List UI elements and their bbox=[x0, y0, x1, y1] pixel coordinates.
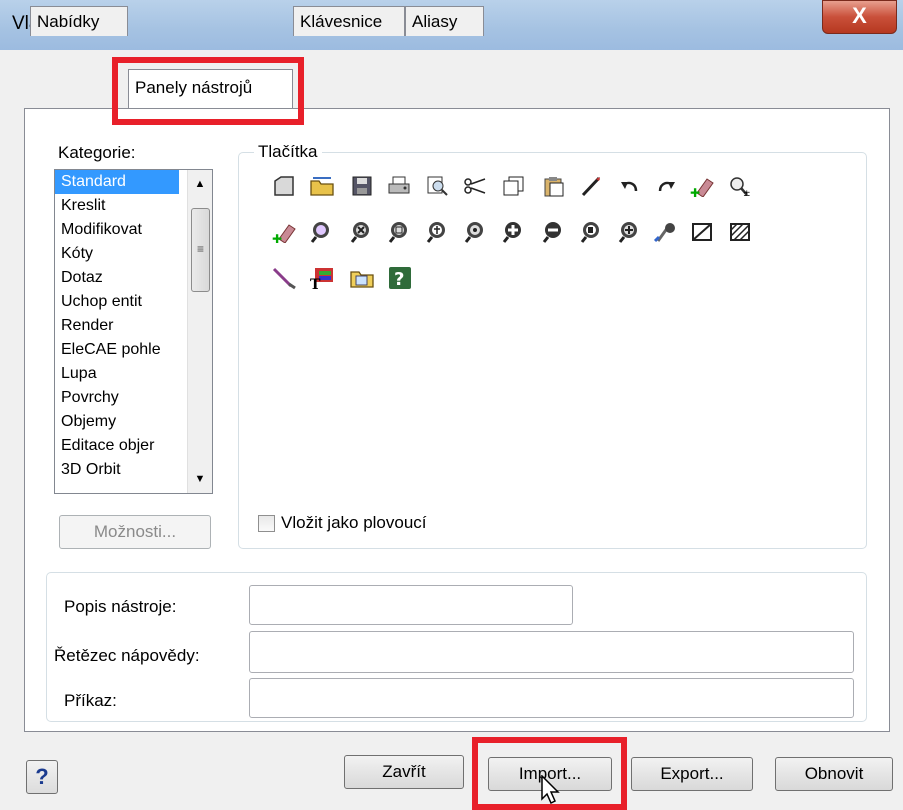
brush-icon[interactable] bbox=[270, 264, 298, 292]
svg-text:±: ± bbox=[743, 189, 751, 197]
command-input[interactable] bbox=[249, 678, 854, 718]
help-string-input[interactable] bbox=[249, 631, 854, 673]
floating-checkbox-label: Vložit jako plovoucí bbox=[281, 513, 427, 532]
svg-text:✚: ✚ bbox=[272, 232, 282, 243]
help-icon[interactable]: ? bbox=[386, 264, 414, 292]
categories-list[interactable]: Standard Kreslit Modifikovat Kóty Dotaz … bbox=[54, 169, 213, 494]
zoom-center-icon[interactable] bbox=[462, 218, 490, 246]
list-item[interactable]: Povrchy bbox=[55, 386, 183, 410]
zoom-dynamic-icon[interactable] bbox=[386, 218, 414, 246]
floating-checkbox[interactable] bbox=[258, 515, 275, 532]
list-item[interactable]: Objemy bbox=[55, 410, 183, 434]
options-button[interactable]: Možnosti... bbox=[59, 515, 211, 549]
scroll-thumb[interactable]: ≡ bbox=[191, 208, 210, 292]
svg-text:?: ? bbox=[394, 269, 404, 290]
export-button[interactable]: Export... bbox=[631, 757, 753, 791]
copy-icon[interactable] bbox=[500, 172, 528, 200]
list-item[interactable]: Editace objer bbox=[55, 434, 183, 458]
redo-icon[interactable] bbox=[652, 172, 680, 200]
categories-label: Kategorie: bbox=[58, 143, 136, 162]
zoom-in-icon[interactable] bbox=[500, 218, 528, 246]
tab-aliases[interactable]: Aliasy bbox=[405, 6, 484, 36]
open-folder-icon[interactable] bbox=[308, 172, 336, 200]
list-item[interactable]: Kreslit bbox=[55, 194, 183, 218]
redraw-icon[interactable] bbox=[652, 218, 680, 246]
zoom-scale-icon[interactable] bbox=[424, 218, 452, 246]
text-style-icon[interactable]: T bbox=[308, 264, 336, 292]
cut-icon[interactable] bbox=[462, 172, 490, 200]
match-properties-icon[interactable] bbox=[578, 172, 606, 200]
zoom-window-icon[interactable] bbox=[348, 218, 376, 246]
pan-icon[interactable]: ✚ bbox=[270, 218, 298, 246]
list-item[interactable]: Lupa bbox=[55, 362, 183, 386]
tab-toolbars[interactable]: Panely nástrojů bbox=[128, 69, 293, 108]
close-button[interactable]: Zavřít bbox=[344, 755, 464, 789]
buttons-group-label: Tlačítka bbox=[254, 142, 322, 162]
mouse-cursor-icon bbox=[541, 775, 560, 805]
tab-keyboard[interactable]: Klávesnice bbox=[293, 6, 405, 36]
new-icon[interactable] bbox=[270, 172, 298, 200]
list-item[interactable]: EleCAE pohle bbox=[55, 338, 183, 362]
categories-scrollbar[interactable]: ▲ ≡ ▼ bbox=[187, 170, 212, 493]
list-item[interactable]: Render bbox=[55, 314, 183, 338]
hatch-icon[interactable] bbox=[726, 218, 754, 246]
close-window-button[interactable]: X bbox=[822, 0, 897, 34]
list-item[interactable]: Standard bbox=[55, 170, 179, 194]
svg-text:T: T bbox=[310, 277, 321, 290]
scroll-up-icon[interactable]: ▲ bbox=[188, 172, 212, 196]
description-input[interactable] bbox=[249, 585, 573, 625]
print-icon[interactable] bbox=[386, 172, 414, 200]
svg-text:✚: ✚ bbox=[690, 186, 700, 197]
list-item[interactable]: Uchop entit bbox=[55, 290, 183, 314]
list-item[interactable]: 3D Orbit bbox=[55, 458, 183, 482]
command-label: Příkaz: bbox=[64, 691, 117, 710]
buttons-group bbox=[238, 152, 867, 549]
zoom-realtime-icon[interactable] bbox=[308, 218, 336, 246]
zoom-out-icon[interactable] bbox=[540, 218, 568, 246]
folder-open-icon[interactable] bbox=[348, 264, 376, 292]
save-icon[interactable] bbox=[348, 172, 376, 200]
reset-button[interactable]: Obnovit bbox=[775, 757, 893, 791]
paste-icon[interactable] bbox=[540, 172, 568, 200]
zoom-tag-icon[interactable]: ± bbox=[726, 172, 754, 200]
help-string-label: Řetězec nápovědy: bbox=[54, 646, 200, 665]
zoom-all-icon[interactable] bbox=[578, 218, 606, 246]
undo-icon[interactable] bbox=[616, 172, 644, 200]
preview-icon[interactable] bbox=[424, 172, 452, 200]
scroll-down-icon[interactable]: ▼ bbox=[188, 467, 212, 491]
help-button[interactable]: ? bbox=[26, 760, 58, 794]
description-label: Popis nástroje: bbox=[64, 597, 177, 616]
zoom-extents-icon[interactable] bbox=[616, 218, 644, 246]
erase-icon[interactable]: ✚ bbox=[688, 172, 716, 200]
list-item[interactable]: Kóty bbox=[55, 242, 183, 266]
shade-icon[interactable] bbox=[688, 218, 716, 246]
list-item[interactable]: Dotaz bbox=[55, 266, 183, 290]
list-item[interactable]: Modifikovat bbox=[55, 218, 183, 242]
tab-menus[interactable]: Nabídky bbox=[30, 6, 128, 36]
